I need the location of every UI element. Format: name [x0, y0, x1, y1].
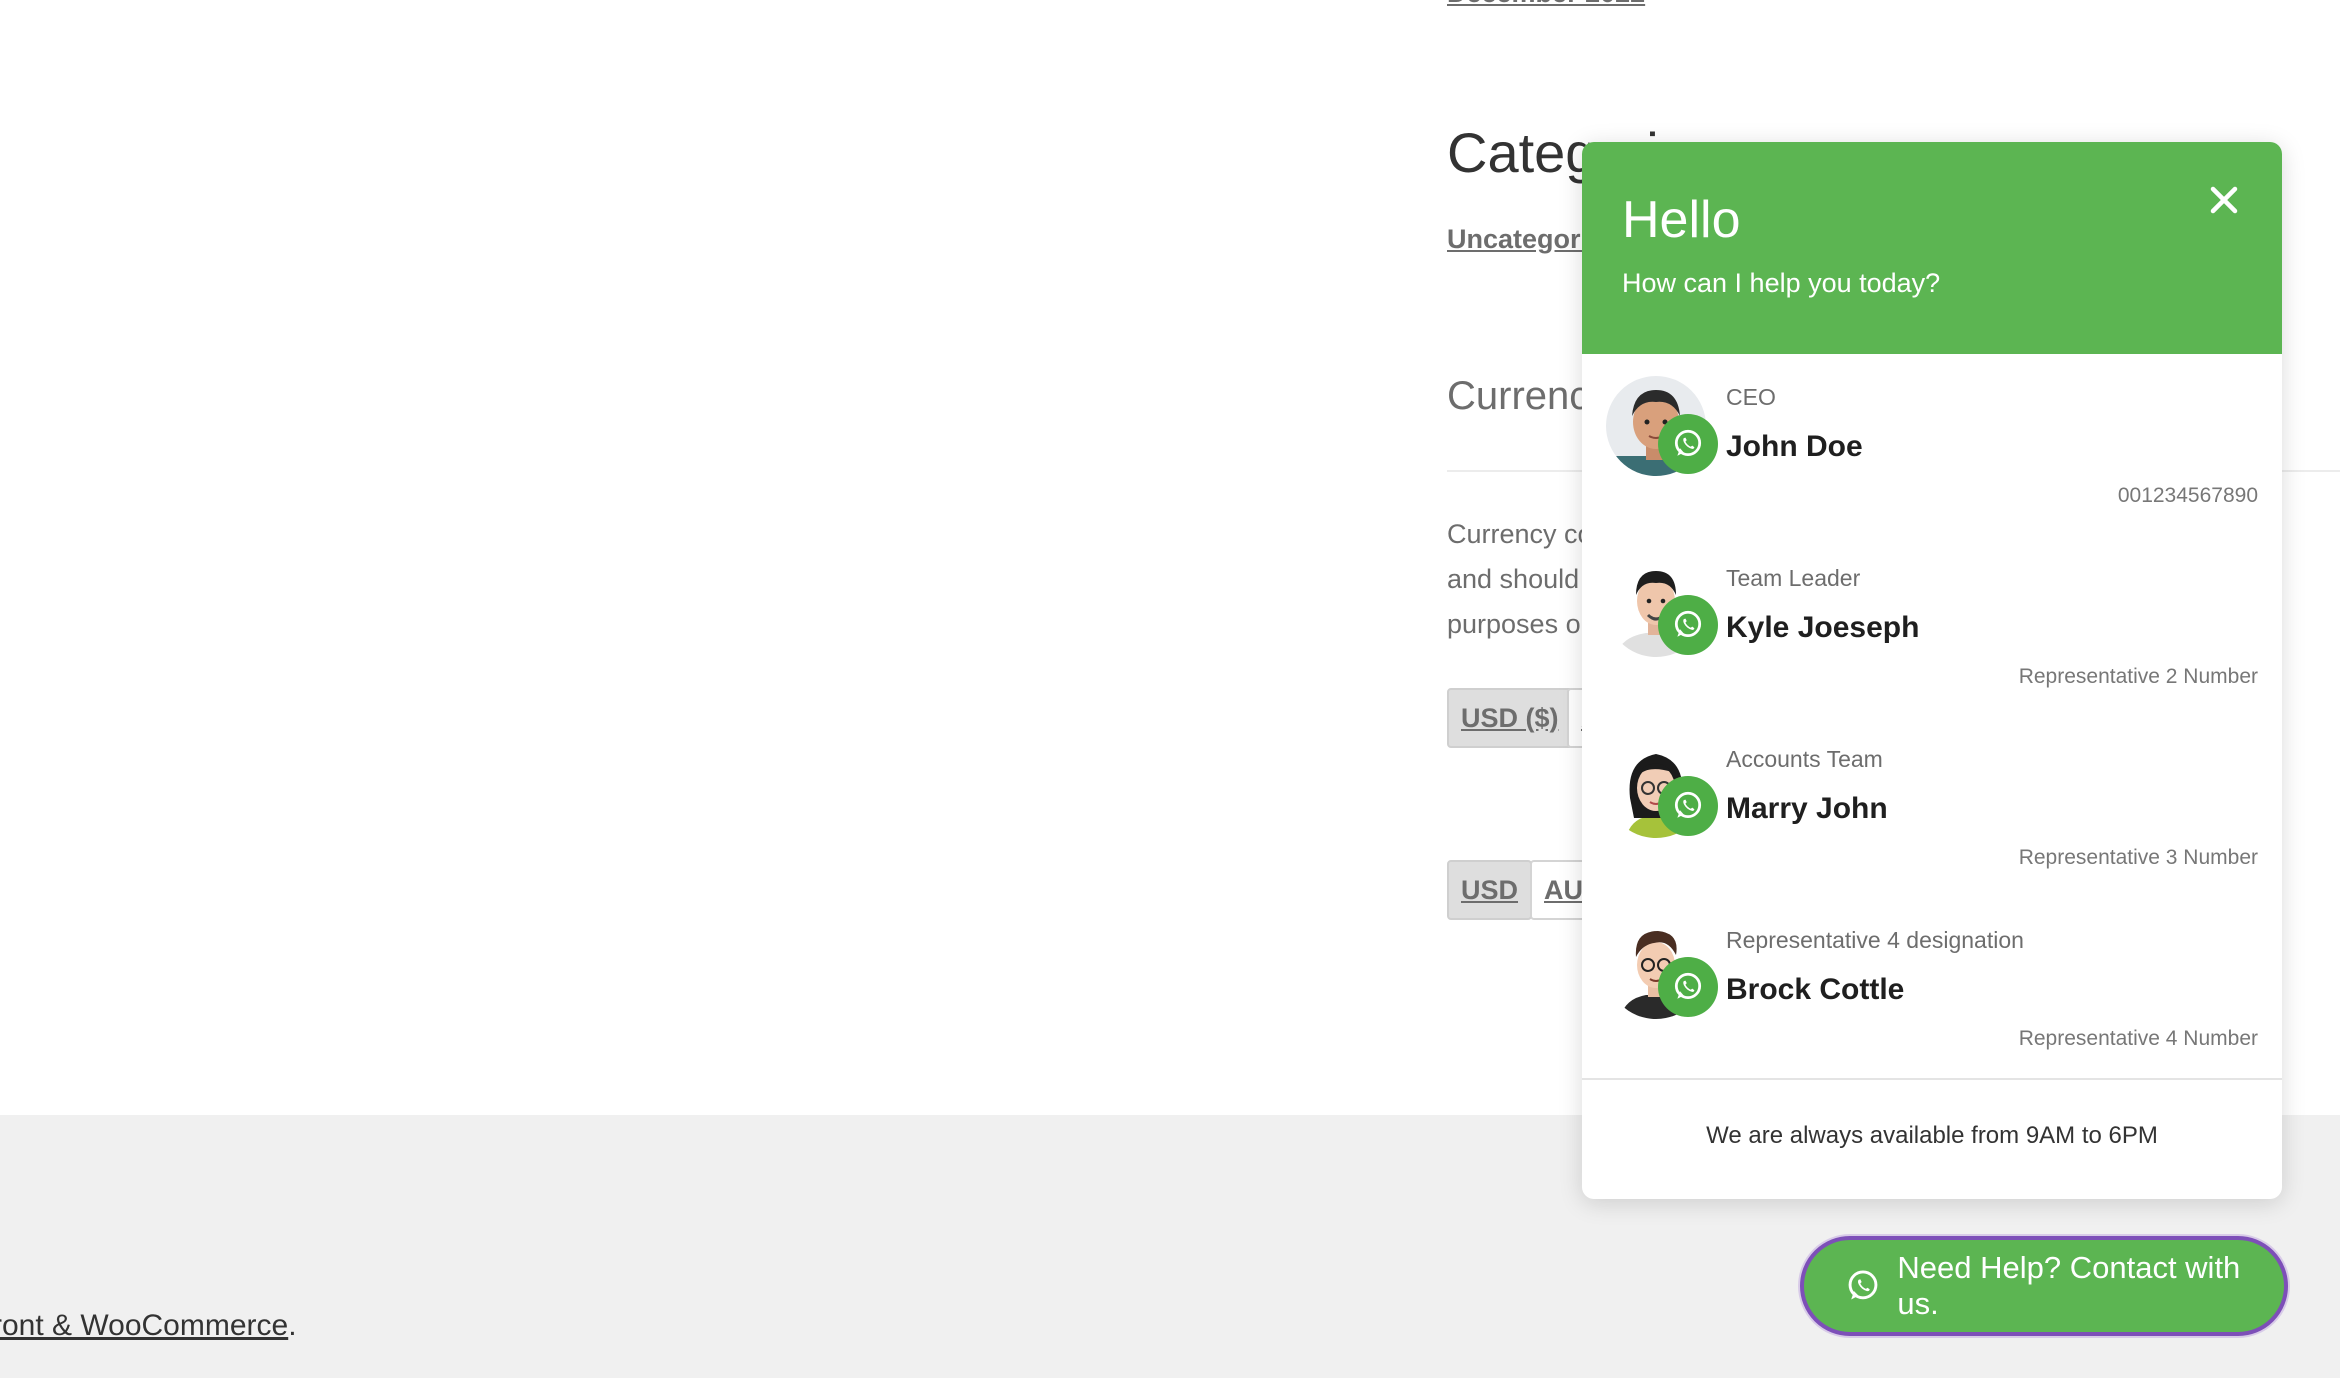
agent-number: Representative 4 Number [2018, 1027, 2258, 1050]
footer-credit: ront & WooCommerce. [0, 1309, 297, 1343]
chat-greeting: Hello [1622, 191, 1741, 249]
agent-number: Representative 2 Number [2018, 665, 2258, 688]
agent-item-kyle-joeseph[interactable]: Team Leader Kyle Joeseph Representative … [1582, 535, 2282, 715]
whatsapp-icon [1658, 776, 1718, 836]
agent-role: CEO [1726, 384, 1776, 410]
availability-text: We are always available from 9AM to 6PM [1706, 1122, 2158, 1149]
need-help-label: Need Help? Contact with us. [1897, 1250, 2241, 1321]
chat-footer-divider [1582, 1078, 2282, 1080]
currency-description-line: and should [1447, 564, 1580, 594]
agent-role: Representative 4 designation [1726, 927, 2024, 953]
agent-item-john-doe[interactable]: CEO John Doe 001234567890 [1582, 354, 2282, 534]
agent-item-brock-cottle[interactable]: Representative 4 designation Brock Cottl… [1582, 897, 2282, 1077]
currency-button-usd-symbol[interactable]: USD ($) [1447, 688, 1573, 748]
whatsapp-icon [1658, 595, 1718, 655]
whatsapp-icon [1658, 414, 1718, 474]
currency-description-line: Currency co [1447, 519, 1587, 549]
agent-name: Kyle Joeseph [1726, 611, 1920, 644]
need-help-button[interactable]: Need Help? Contact with us. [1800, 1236, 2288, 1336]
whatsapp-icon [1658, 957, 1718, 1017]
agent-number: Representative 3 Number [2018, 846, 2258, 869]
currency-description-line: purposes or [1447, 609, 1587, 639]
chat-header: Hello How can I help you today? [1582, 142, 2282, 354]
archive-link[interactable]: December 2022 [1447, 0, 1645, 9]
currency-button-usd[interactable]: USD [1447, 860, 1533, 920]
currency-description: Currency co and should purposes or [1447, 512, 1587, 647]
whatsapp-icon [1844, 1267, 1881, 1305]
agent-list: CEO John Doe 001234567890 Team Leader Ky… [1582, 354, 2282, 1078]
agent-item-marry-john[interactable]: Accounts Team Marry John Representative … [1582, 716, 2282, 896]
agent-name: Marry John [1726, 792, 1888, 825]
chat-subtitle: How can I help you today? [1622, 268, 1941, 298]
footer-credit-tail: . [288, 1309, 297, 1342]
agent-number: 001234567890 [2117, 484, 2258, 507]
agent-role: Accounts Team [1726, 746, 1883, 772]
agent-name: Brock Cottle [1726, 973, 1905, 1006]
whatsapp-chat-popup: Hello How can I help you today? CEO John… [1582, 142, 2282, 1199]
agent-role: Team Leader [1726, 565, 1861, 591]
footer-credit-link[interactable]: ront & WooCommerce [0, 1309, 288, 1342]
agent-name: John Doe [1726, 430, 1863, 463]
close-icon[interactable] [2206, 182, 2242, 218]
